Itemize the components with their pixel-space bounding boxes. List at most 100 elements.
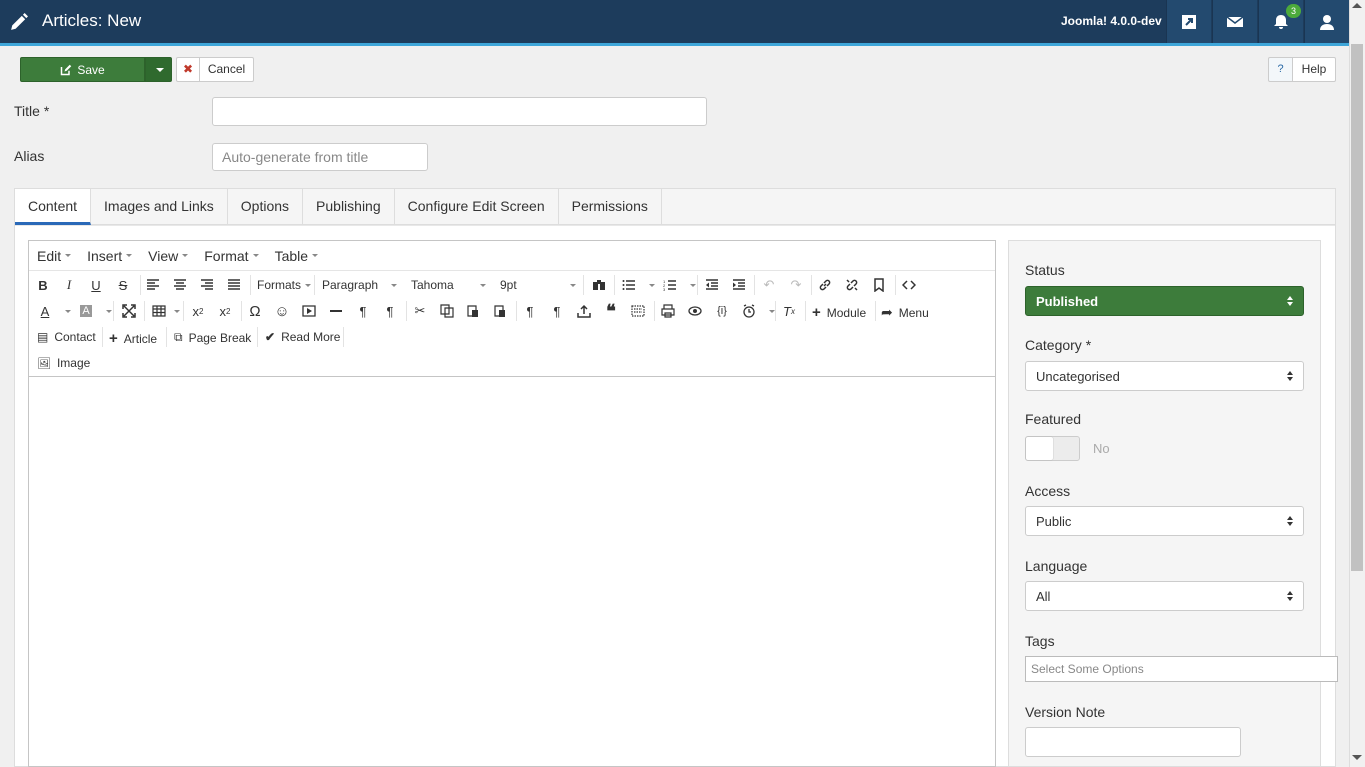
module-button[interactable]: + Module [812, 304, 866, 321]
horizontal-rule-icon[interactable] [326, 301, 346, 321]
undo-icon[interactable]: ↶ [759, 275, 779, 295]
clear-formatting-icon[interactable]: Tx [779, 301, 799, 321]
bold-icon[interactable]: B [33, 275, 53, 295]
fullscreen-icon[interactable] [119, 301, 139, 321]
caret-down-icon[interactable] [690, 284, 696, 287]
tab-content[interactable]: Content [15, 189, 92, 225]
cut-icon[interactable]: ✂ [410, 301, 430, 321]
font-family-label: Tahoma [411, 278, 454, 292]
find-replace-icon[interactable] [589, 275, 609, 295]
tab-publishing[interactable]: Publishing [303, 189, 395, 225]
visual-chars-icon[interactable]: ¶ [380, 301, 400, 321]
menu-insert[interactable]: Insert [87, 248, 133, 264]
code-icon[interactable] [899, 275, 919, 295]
tab-images-and-links[interactable]: Images and Links [91, 189, 228, 225]
redo-icon[interactable]: ↷ [786, 275, 806, 295]
link-icon[interactable] [815, 275, 835, 295]
bullet-list-icon[interactable] [619, 275, 639, 295]
article-label: Article [123, 331, 158, 346]
special-char-icon[interactable]: Ω [245, 301, 265, 321]
category-select[interactable]: Uncategorised [1025, 361, 1304, 391]
tab-configure-edit-screen[interactable]: Configure Edit Screen [395, 189, 559, 225]
tags-input[interactable]: Select Some Options [1025, 656, 1338, 682]
superscript-icon[interactable]: x2 [215, 301, 235, 321]
emoticons-icon[interactable]: ☺ [272, 301, 292, 321]
subscript-icon[interactable]: x2 [188, 301, 208, 321]
template-icon[interactable] [628, 301, 648, 321]
toggle-knob[interactable] [1026, 437, 1053, 460]
unlink-icon[interactable] [842, 275, 862, 295]
media-icon[interactable] [299, 301, 319, 321]
scrollbar-thumb[interactable] [1351, 44, 1363, 571]
version-note-input[interactable] [1025, 727, 1241, 757]
access-select[interactable]: Public [1025, 506, 1304, 536]
caret-down-icon[interactable] [649, 284, 655, 287]
status-select[interactable]: Published [1025, 286, 1304, 316]
menu-view[interactable]: View [148, 248, 189, 264]
font-family-dropdown[interactable]: Tahoma [411, 278, 486, 292]
font-size-dropdown[interactable]: 9pt [500, 278, 576, 292]
save-button[interactable]: Save [20, 57, 145, 82]
menu-format-label: Format [204, 247, 249, 264]
blockquote-icon[interactable]: ❝ [601, 301, 621, 321]
rtl-icon[interactable]: ¶ [547, 301, 567, 321]
user-menu-button[interactable] [1304, 0, 1349, 43]
formats-dropdown[interactable]: Formats [257, 278, 312, 292]
close-icon[interactable]: ✖ [176, 57, 200, 82]
category-label: Category * [1025, 337, 1092, 353]
print-icon[interactable] [658, 301, 678, 321]
code-sample-icon[interactable]: {i} [712, 301, 732, 321]
block-format-dropdown[interactable]: Paragraph [322, 278, 397, 292]
strikethrough-icon[interactable]: S [113, 275, 133, 295]
background-color-icon[interactable]: A [76, 301, 96, 321]
help-button[interactable]: Help [1293, 57, 1336, 82]
language-select[interactable]: All [1025, 581, 1304, 611]
contact-button[interactable]: ▤ Contact [37, 330, 96, 344]
image-button[interactable]: 🖼 Image [37, 356, 90, 370]
title-input[interactable] [212, 97, 707, 126]
save-dropdown-toggle[interactable] [145, 57, 172, 82]
article-button[interactable]: + Article [109, 330, 157, 347]
page-break-button[interactable]: ⧉ Page Break [174, 330, 251, 345]
tab-options[interactable]: Options [228, 189, 304, 225]
menu-table[interactable]: Table [274, 247, 319, 264]
menu-table-label: Table [274, 247, 309, 264]
copy-icon[interactable] [437, 301, 457, 321]
menu-button[interactable]: ➦ Menu [881, 304, 929, 321]
menu-format[interactable]: Format [204, 247, 259, 264]
cancel-button[interactable]: Cancel [200, 57, 254, 82]
align-right-icon[interactable] [197, 275, 217, 295]
scroll-up-icon[interactable] [1352, 3, 1362, 8]
numbered-list-icon[interactable]: 123 [660, 275, 680, 295]
text-color-icon[interactable]: A [35, 301, 55, 321]
scroll-down-icon[interactable] [1352, 755, 1362, 760]
nonbreaking-icon[interactable]: ¶ [353, 301, 373, 321]
ltr-icon[interactable]: ¶ [520, 301, 540, 321]
external-link-button[interactable] [1166, 0, 1211, 43]
caret-down-icon[interactable] [106, 310, 112, 313]
outdent-icon[interactable] [702, 275, 722, 295]
tab-permissions[interactable]: Permissions [559, 189, 662, 225]
bookmark-icon[interactable] [869, 275, 889, 295]
paste-text-icon[interactable] [490, 301, 510, 321]
menu-edit[interactable]: Edit [37, 248, 72, 264]
upload-icon[interactable] [574, 301, 594, 321]
indent-icon[interactable] [729, 275, 749, 295]
align-left-icon[interactable] [143, 275, 163, 295]
caret-down-icon[interactable] [65, 310, 71, 313]
version-label[interactable]: Joomla! 4.0.0-dev [1061, 14, 1162, 28]
insert-datetime-icon[interactable] [739, 301, 759, 321]
caret-down-icon[interactable] [174, 310, 180, 313]
align-center-icon[interactable] [170, 275, 190, 295]
messages-button[interactable] [1212, 0, 1257, 43]
italic-icon[interactable]: I [59, 275, 79, 295]
underline-icon[interactable]: U [86, 275, 106, 295]
paste-icon[interactable] [463, 301, 483, 321]
table-icon[interactable] [149, 301, 169, 321]
preview-icon[interactable] [685, 301, 705, 321]
alias-input[interactable] [212, 143, 428, 171]
select-arrows-icon [1287, 591, 1293, 601]
question-icon[interactable]: ? [1268, 57, 1293, 82]
read-more-button[interactable]: ✔ Read More [265, 330, 340, 344]
align-justify-icon[interactable] [224, 275, 244, 295]
